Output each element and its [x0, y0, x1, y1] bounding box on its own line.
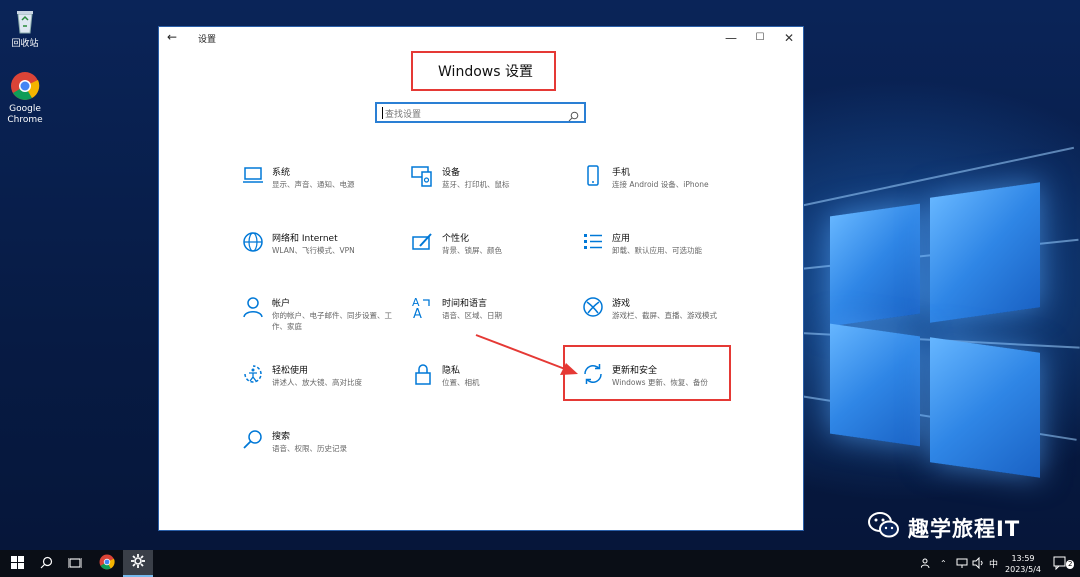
annotation-arrow — [475, 334, 578, 375]
watermark-text: 趣学旅程IT — [908, 516, 1021, 541]
gear-icon — [131, 553, 145, 572]
watermark: 趣学旅程IT — [868, 511, 1020, 544]
notification-badge: 2 — [1066, 560, 1075, 569]
taskbar-chrome[interactable] — [92, 550, 122, 577]
taskbar-settings[interactable] — [123, 550, 153, 577]
clock-date: 2023/5/4 — [1005, 565, 1041, 574]
volume-icon[interactable] — [972, 556, 984, 572]
ime-indicator[interactable]: 中 — [989, 557, 998, 570]
windows-logo-icon — [10, 554, 24, 573]
wechat-icon — [868, 511, 900, 544]
clock[interactable]: 13:59 2023/5/4 — [1000, 553, 1046, 575]
start-button[interactable] — [2, 550, 32, 577]
chrome-icon — [99, 554, 115, 574]
task-view-icon — [67, 554, 83, 573]
people-icon[interactable] — [920, 557, 933, 572]
chevron-up-icon[interactable]: ⌃ — [940, 559, 947, 568]
network-icon[interactable] — [956, 557, 968, 572]
clock-time: 13:59 — [1011, 554, 1035, 563]
task-view-button[interactable] — [60, 550, 90, 577]
taskbar-search-button[interactable] — [31, 550, 61, 577]
search-icon — [40, 554, 53, 573]
taskbar: ⌃ 中 13:59 2023/5/4 2 — [0, 550, 1080, 577]
